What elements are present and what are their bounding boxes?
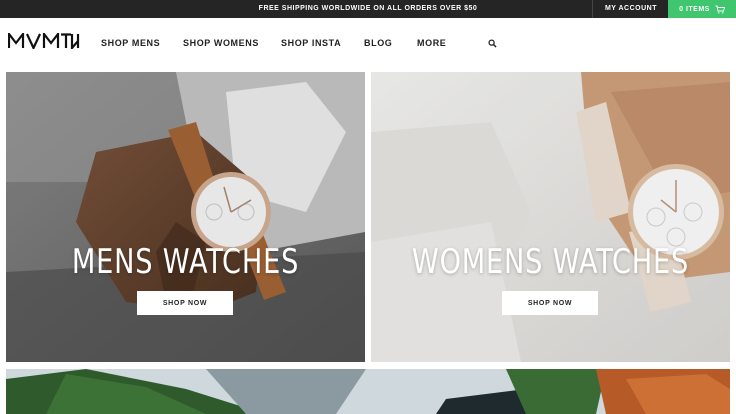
landscape-photo xyxy=(6,369,730,414)
nav-more[interactable]: MORE xyxy=(417,38,446,48)
lower-banner[interactable] xyxy=(6,369,730,414)
nav-shop-womens[interactable]: SHOP WOMENS xyxy=(183,38,259,48)
search-icon[interactable] xyxy=(488,39,497,48)
cart-button[interactable]: 0 ITEMS xyxy=(668,0,736,18)
womens-shop-now-button[interactable]: SHOP NOW xyxy=(502,291,598,315)
mens-watch-photo xyxy=(6,72,365,362)
announcement-bar: FREE SHIPPING WORLDWIDE ON ALL ORDERS OV… xyxy=(0,0,736,18)
cart-count-label: 0 ITEMS xyxy=(679,5,710,13)
topbar-divider xyxy=(592,0,593,18)
my-account-link[interactable]: MY ACCOUNT xyxy=(605,5,657,12)
nav-shop-mens[interactable]: SHOP MENS xyxy=(101,38,160,48)
mvmt-logo[interactable] xyxy=(8,33,80,49)
mens-watches-title: MENS WATCHES xyxy=(71,242,300,282)
nav-blog[interactable]: BLOG xyxy=(364,38,392,48)
mens-shop-now-button[interactable]: SHOP NOW xyxy=(137,291,233,315)
cart-icon xyxy=(715,5,725,13)
womens-watches-title: WOMENS WATCHES xyxy=(411,242,690,282)
womens-watch-photo xyxy=(371,72,730,362)
nav-shop-insta[interactable]: SHOP INSTA xyxy=(281,38,341,48)
mens-watches-panel[interactable]: MENS WATCHES SHOP NOW xyxy=(6,72,365,362)
womens-watches-panel[interactable]: WOMENS WATCHES SHOP NOW xyxy=(371,72,730,362)
main-nav: SHOP MENS SHOP WOMENS SHOP INSTA BLOG MO… xyxy=(0,18,736,70)
